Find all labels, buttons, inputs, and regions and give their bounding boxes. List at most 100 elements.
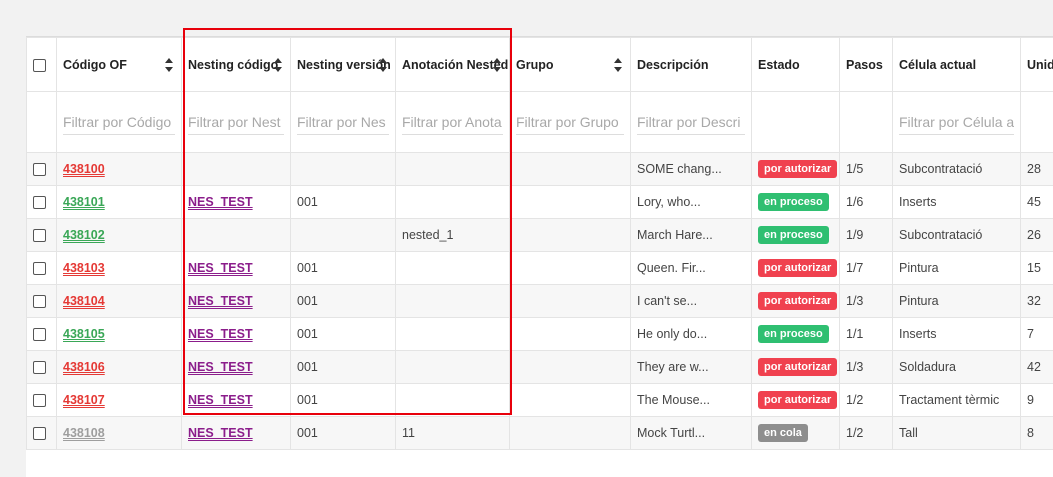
of-code-cell: 438100 — [57, 153, 182, 186]
row-checkbox[interactable] — [33, 394, 46, 407]
column-header[interactable]: Nesting código — [182, 38, 291, 92]
table-row[interactable]: 438101NES_TEST001Lory, who...en proceso1… — [27, 186, 1053, 219]
of-code-link[interactable]: 438101 — [63, 195, 105, 209]
group-cell — [510, 384, 631, 417]
annotation-cell: nested_1 — [396, 219, 510, 252]
row-checkbox[interactable] — [33, 328, 46, 341]
status-badge: en proceso — [758, 226, 829, 244]
nesting-version-cell — [291, 153, 396, 186]
column-header-label: Unid — [1027, 58, 1053, 72]
filter-input[interactable] — [188, 110, 284, 135]
nesting-code-link[interactable]: NES_TEST — [188, 261, 253, 275]
steps-cell: 1/1 — [840, 318, 893, 351]
table-row[interactable]: 438102nested_1March Hare...en proceso1/9… — [27, 219, 1053, 252]
row-checkbox[interactable] — [33, 427, 46, 440]
sort-icon[interactable] — [379, 58, 387, 72]
annotation-cell — [396, 351, 510, 384]
row-checkbox[interactable] — [33, 295, 46, 308]
column-header-label: Estado — [758, 58, 814, 72]
units-cell: 45 — [1021, 186, 1053, 219]
orders-table-panel: Código OFNesting códigoNesting versiónAn… — [26, 36, 1053, 477]
description-cell: Queen. Fir... — [631, 252, 752, 285]
filter-cell — [57, 92, 182, 153]
column-header: Estado — [752, 38, 840, 92]
sort-icon[interactable] — [274, 58, 282, 72]
current-cell-cell: Soldadura — [893, 351, 1021, 384]
nesting-code-link[interactable]: NES_TEST — [188, 327, 253, 341]
of-code-cell: 438102 — [57, 219, 182, 252]
row-checkbox[interactable] — [33, 196, 46, 209]
column-header: Unid — [1021, 38, 1053, 92]
of-code-link[interactable]: 438107 — [63, 393, 105, 407]
row-checkbox[interactable] — [33, 361, 46, 374]
table-row[interactable]: 438100SOME chang...por autorizar1/5Subco… — [27, 153, 1053, 186]
nesting-code-link[interactable]: NES_TEST — [188, 393, 253, 407]
table-row[interactable]: 438103NES_TEST001Queen. Fir...por autori… — [27, 252, 1053, 285]
filter-input[interactable] — [63, 110, 175, 135]
nesting-code-link[interactable]: NES_TEST — [188, 195, 253, 209]
filter-input[interactable] — [516, 110, 624, 135]
nesting-code-link[interactable]: NES_TEST — [188, 294, 253, 308]
row-checkbox[interactable] — [33, 163, 46, 176]
column-header[interactable]: Grupo — [510, 38, 631, 92]
status-badge: por autorizar — [758, 292, 837, 310]
select-all-checkbox[interactable] — [33, 59, 46, 72]
of-code-link[interactable]: 438100 — [63, 162, 105, 176]
steps-cell: 1/3 — [840, 285, 893, 318]
filter-input[interactable] — [297, 110, 389, 135]
filter-input[interactable] — [402, 110, 503, 135]
group-cell — [510, 318, 631, 351]
units-cell: 7 — [1021, 318, 1053, 351]
annotation-cell — [396, 318, 510, 351]
steps-cell: 1/2 — [840, 417, 893, 450]
filter-cell — [631, 92, 752, 153]
group-cell — [510, 153, 631, 186]
filter-cell — [182, 92, 291, 153]
table-row[interactable]: 438107NES_TEST001The Mouse...por autoriz… — [27, 384, 1053, 417]
filter-cell — [1021, 92, 1053, 153]
row-select-cell — [27, 219, 57, 252]
nesting-code-cell — [182, 219, 291, 252]
sort-icon[interactable] — [165, 58, 173, 72]
of-code-link[interactable]: 438102 — [63, 228, 105, 242]
sort-icon[interactable] — [614, 58, 622, 72]
of-code-link[interactable]: 438103 — [63, 261, 105, 275]
of-code-cell: 438103 — [57, 252, 182, 285]
table-row[interactable]: 438105NES_TEST001He only do...en proceso… — [27, 318, 1053, 351]
of-code-cell: 438101 — [57, 186, 182, 219]
nesting-code-cell — [182, 153, 291, 186]
of-code-link[interactable]: 438105 — [63, 327, 105, 341]
current-cell-cell: Pintura — [893, 285, 1021, 318]
status-cell: por autorizar — [752, 285, 840, 318]
steps-cell: 1/6 — [840, 186, 893, 219]
nesting-version-cell: 001 — [291, 318, 396, 351]
row-checkbox[interactable] — [33, 229, 46, 242]
filter-cell — [291, 92, 396, 153]
status-cell: en cola — [752, 417, 840, 450]
status-badge: en cola — [758, 424, 808, 442]
annotation-cell — [396, 384, 510, 417]
annotation-cell — [396, 153, 510, 186]
filter-row — [27, 92, 1053, 153]
filter-input[interactable] — [899, 110, 1014, 135]
status-cell: por autorizar — [752, 252, 840, 285]
nesting-code-link[interactable]: NES_TEST — [188, 426, 253, 440]
column-header[interactable]: Nesting versión — [291, 38, 396, 92]
filter-input[interactable] — [637, 110, 745, 135]
nesting-code-link[interactable]: NES_TEST — [188, 360, 253, 374]
table-row[interactable]: 438108NES_TEST00111Mock Turtl...en cola1… — [27, 417, 1053, 450]
group-cell — [510, 186, 631, 219]
column-header[interactable]: Anotación Nested — [396, 38, 510, 92]
steps-cell: 1/5 — [840, 153, 893, 186]
status-cell: por autorizar — [752, 384, 840, 417]
row-checkbox[interactable] — [33, 262, 46, 275]
status-badge: en proceso — [758, 193, 829, 211]
column-header[interactable]: Código OF — [57, 38, 182, 92]
of-code-link[interactable]: 438104 — [63, 294, 105, 308]
table-row[interactable]: 438106NES_TEST001They are w...por autori… — [27, 351, 1053, 384]
sort-icon[interactable] — [493, 58, 501, 72]
nesting-code-cell: NES_TEST — [182, 252, 291, 285]
table-row[interactable]: 438104NES_TEST001I can't se...por autori… — [27, 285, 1053, 318]
of-code-link[interactable]: 438108 — [63, 426, 105, 440]
of-code-link[interactable]: 438106 — [63, 360, 105, 374]
